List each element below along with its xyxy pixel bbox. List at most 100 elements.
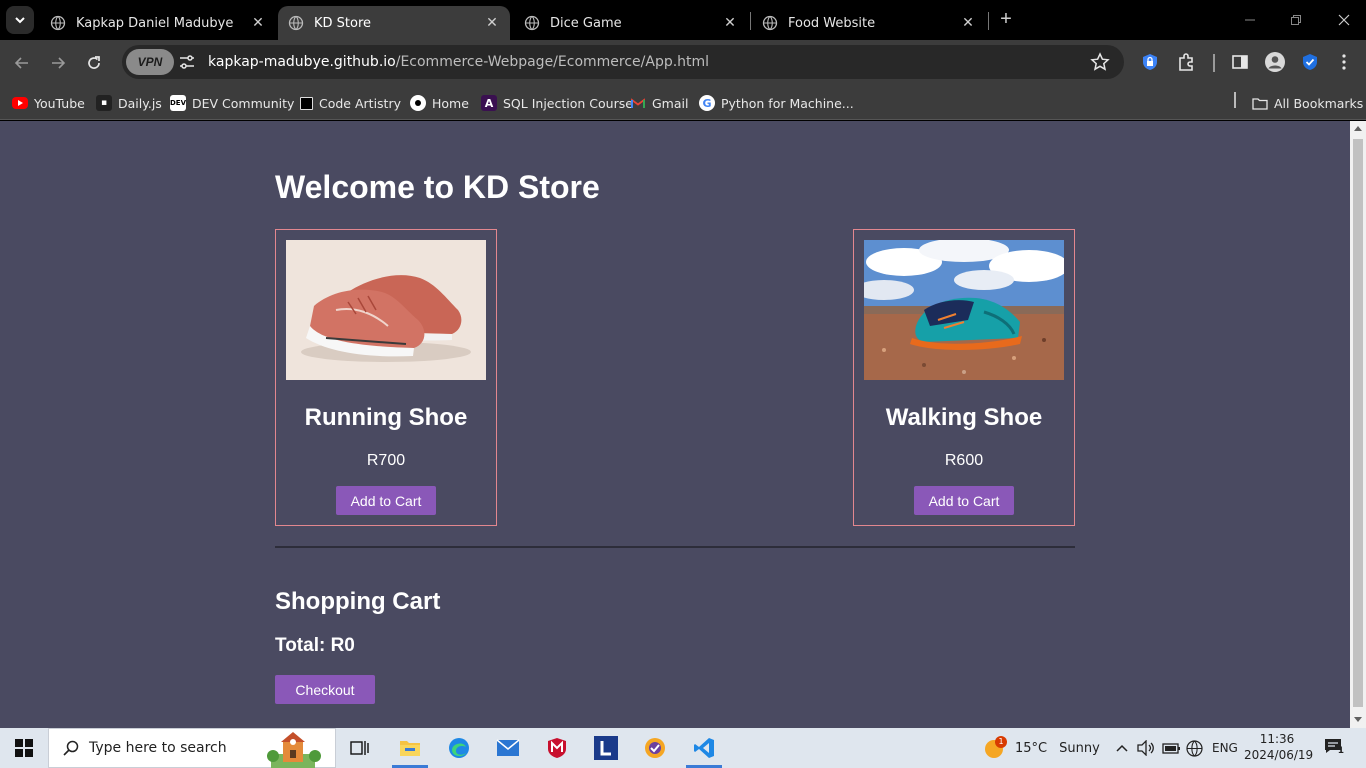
toolbar-divider bbox=[1213, 54, 1215, 72]
url-text[interactable]: kapkap-madubye.github.io/Ecommerce-Webpa… bbox=[208, 54, 709, 70]
language-indicator[interactable]: ENG bbox=[1212, 728, 1238, 768]
mail-icon[interactable] bbox=[484, 728, 532, 768]
section-divider bbox=[275, 546, 1075, 548]
extensions-puzzle-icon[interactable] bbox=[1175, 51, 1197, 73]
all-bookmarks-button[interactable]: All Bookmarks bbox=[1252, 92, 1363, 114]
taskbar-search-box[interactable]: Type here to search bbox=[48, 728, 336, 768]
notification-count: 1 bbox=[1337, 746, 1344, 756]
file-explorer-icon[interactable] bbox=[386, 728, 434, 768]
weather-badge: 1 bbox=[995, 736, 1007, 748]
tab-separator bbox=[750, 12, 751, 30]
search-icon bbox=[63, 740, 79, 756]
tray-chevron-icon[interactable] bbox=[1115, 728, 1129, 768]
tab-title: Dice Game bbox=[550, 15, 622, 31]
forward-arrow-icon[interactable] bbox=[45, 50, 71, 76]
more-menu-icon[interactable] bbox=[1333, 51, 1355, 73]
bookmark-youtube[interactable]: YouTube bbox=[12, 92, 85, 114]
page-title: Welcome to KD Store bbox=[275, 169, 600, 205]
weather-widget[interactable]: 1 15°C Sunny bbox=[985, 728, 1100, 768]
language-label: ENG bbox=[1212, 741, 1238, 755]
tab-dice-game[interactable]: Dice Game ✕ bbox=[514, 6, 748, 40]
address-bar[interactable]: VPN kapkap-madubye.github.io/Ecommerce-W… bbox=[122, 45, 1124, 79]
system-clock[interactable]: 11:36 2024/06/19 bbox=[1244, 731, 1314, 763]
bookmark-python[interactable]: G Python for Machine... bbox=[699, 92, 854, 114]
product-card-running-shoe: Running Shoe R700 Add to Cart bbox=[275, 229, 497, 526]
bookmark-sql-injection[interactable]: A SQL Injection Course bbox=[481, 92, 633, 114]
page-scrollbar[interactable] bbox=[1350, 121, 1366, 728]
side-panel-icon[interactable] bbox=[1229, 51, 1251, 73]
edge-browser-icon[interactable] bbox=[435, 728, 483, 768]
sun-icon: 1 bbox=[985, 736, 1007, 758]
code-artistry-icon bbox=[300, 96, 313, 110]
tab-separator bbox=[988, 12, 989, 30]
url-host: kapkap-madubye.github.io bbox=[208, 54, 396, 70]
product-name: Walking Shoe bbox=[885, 404, 1043, 431]
page-viewport: Welcome to KD Store Running Shoe R700 Ad… bbox=[0, 121, 1350, 728]
bookmark-dev[interactable]: DEV DEV Community bbox=[170, 92, 294, 114]
add-to-cart-button[interactable]: Add to Cart bbox=[336, 486, 436, 515]
notification-center-icon[interactable]: 1 bbox=[1324, 728, 1344, 768]
browser-toolbar: VPN kapkap-madubye.github.io/Ecommerce-W… bbox=[0, 40, 1366, 86]
battery-icon[interactable] bbox=[1162, 728, 1182, 768]
site-settings-icon[interactable] bbox=[178, 53, 196, 71]
bookmark-code-artistry[interactable]: Code Artistry bbox=[300, 92, 401, 114]
reload-icon[interactable] bbox=[81, 50, 107, 76]
product-card-walking-shoe: Walking Shoe R600 Add to Cart bbox=[853, 229, 1075, 526]
tab-strip: Kapkap Daniel Madubye ✕ KD Store ✕ Dice … bbox=[0, 0, 1366, 40]
bookmark-daily[interactable]: ▪ Daily.js bbox=[96, 92, 162, 114]
close-window-icon[interactable] bbox=[1332, 8, 1356, 32]
start-button[interactable] bbox=[0, 728, 48, 768]
search-placeholder: Type here to search bbox=[89, 740, 227, 756]
tab-kd-store[interactable]: KD Store ✕ bbox=[278, 6, 510, 40]
profile-avatar-icon[interactable] bbox=[1264, 51, 1286, 73]
new-tab-button[interactable]: + bbox=[996, 9, 1016, 30]
network-globe-icon[interactable] bbox=[1186, 728, 1203, 768]
google-icon: G bbox=[699, 95, 715, 111]
chevron-down-icon bbox=[15, 17, 25, 24]
bookmark-label: Code Artistry bbox=[319, 95, 401, 111]
clock-date: 2024/06/19 bbox=[1244, 748, 1314, 762]
vpn-app-icon[interactable] bbox=[631, 728, 679, 768]
minimize-icon[interactable] bbox=[1238, 8, 1262, 32]
tab-kapkap[interactable]: Kapkap Daniel Madubye ✕ bbox=[40, 6, 276, 40]
password-manager-icon[interactable] bbox=[1139, 51, 1161, 73]
bookmarks-separator bbox=[1234, 92, 1236, 108]
close-icon[interactable]: ✕ bbox=[484, 15, 500, 31]
scroll-thumb[interactable] bbox=[1353, 139, 1363, 707]
walking-shoe-image bbox=[864, 240, 1064, 380]
weather-temp: 15°C bbox=[1015, 740, 1048, 756]
checkout-button[interactable]: Checkout bbox=[275, 675, 375, 704]
add-to-cart-button[interactable]: Add to Cart bbox=[914, 486, 1014, 515]
globe-icon bbox=[762, 15, 778, 31]
globe-icon bbox=[50, 15, 66, 31]
cart-total: Total: R0 bbox=[275, 635, 355, 656]
youtube-icon bbox=[12, 97, 28, 109]
scroll-up-icon[interactable] bbox=[1354, 126, 1362, 131]
close-icon[interactable]: ✕ bbox=[250, 15, 266, 31]
tab-search-button[interactable] bbox=[6, 6, 34, 34]
bookmark-label: DEV Community bbox=[192, 95, 295, 111]
bookmark-star-icon[interactable] bbox=[1090, 52, 1110, 72]
tab-food-website[interactable]: Food Website ✕ bbox=[752, 6, 986, 40]
globe-icon bbox=[288, 15, 304, 31]
bookmark-label: Gmail bbox=[652, 95, 689, 111]
tab-title: Food Website bbox=[788, 15, 876, 31]
tab-title: Kapkap Daniel Madubye bbox=[76, 15, 234, 31]
back-arrow-icon[interactable] bbox=[9, 50, 35, 76]
bookmark-gmail[interactable]: Gmail bbox=[630, 92, 688, 114]
bookmark-home[interactable]: Home bbox=[410, 92, 469, 114]
security-shield-icon[interactable] bbox=[1299, 51, 1321, 73]
close-icon[interactable]: ✕ bbox=[960, 15, 976, 31]
mcafee-icon[interactable] bbox=[533, 728, 581, 768]
vpn-badge[interactable]: VPN bbox=[126, 49, 174, 75]
dev-icon: DEV bbox=[170, 95, 186, 111]
clock-time: 11:36 bbox=[1259, 732, 1295, 746]
l-app-icon[interactable] bbox=[582, 728, 630, 768]
task-view-icon[interactable] bbox=[336, 728, 384, 768]
restore-icon[interactable] bbox=[1284, 8, 1308, 32]
volume-icon[interactable] bbox=[1137, 728, 1155, 768]
close-icon[interactable]: ✕ bbox=[722, 15, 738, 31]
vscode-icon[interactable] bbox=[680, 728, 728, 768]
sql-icon: A bbox=[481, 95, 497, 111]
scroll-down-icon[interactable] bbox=[1354, 717, 1362, 722]
